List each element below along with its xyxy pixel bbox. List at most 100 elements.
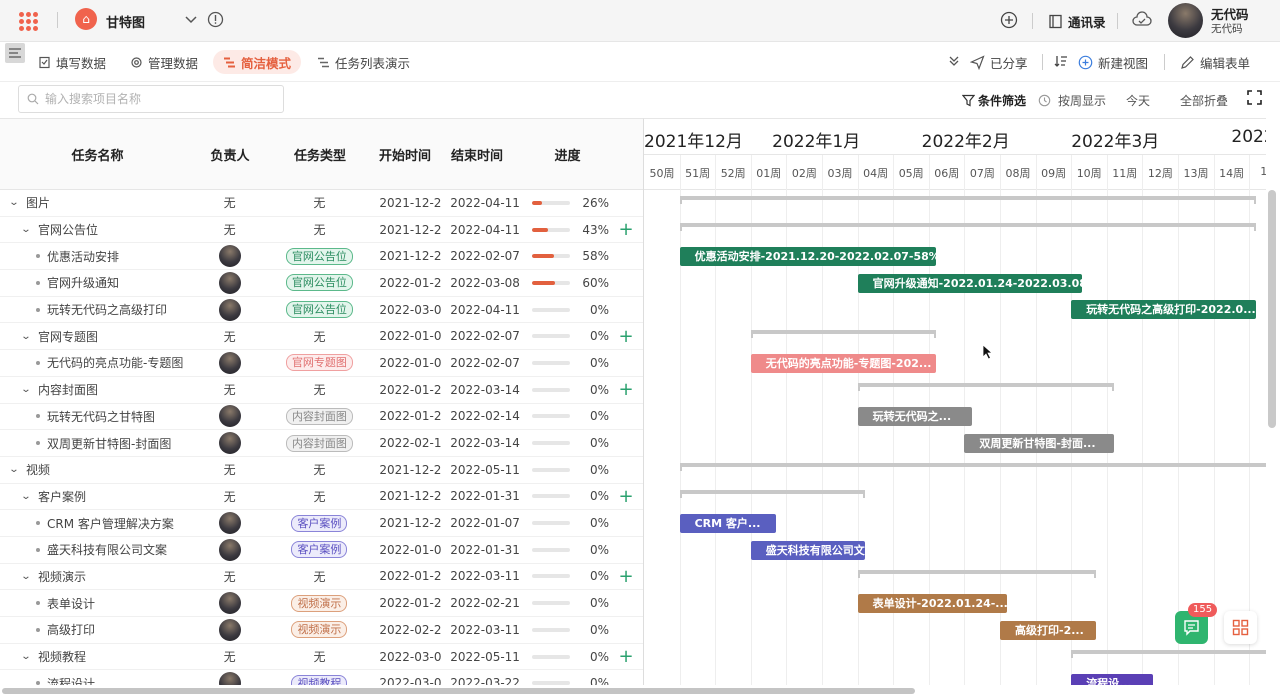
owner-avatar[interactable] — [218, 512, 241, 535]
week-view-button[interactable]: 按周显示 — [1038, 92, 1106, 109]
col-owner[interactable]: 负责人 — [195, 145, 265, 164]
double-chevron-down-icon[interactable] — [948, 55, 960, 67]
table-row[interactable]: 无代码的亮点功能-专题图 官网专题图 2022-01-0 2022-02-07 … — [0, 350, 643, 377]
task-name-cell[interactable]: 流程设计 — [0, 675, 195, 685]
col-progress[interactable]: 进度 — [525, 145, 610, 164]
sidebar-toggle-icon[interactable] — [5, 43, 25, 63]
collapse-all-button[interactable]: 全部折叠 — [1180, 92, 1228, 109]
task-name-cell[interactable]: 玩转无代码之甘特图 — [0, 408, 195, 425]
task-name-cell[interactable]: ⌄ 官网专题图 — [0, 328, 195, 345]
add-subtask-icon[interactable]: + — [618, 326, 633, 347]
apps-button[interactable] — [1224, 611, 1257, 644]
gantt-summary-bar[interactable] — [857, 569, 1097, 578]
chevron-down-icon[interactable]: ⌄ — [18, 384, 34, 395]
gantt-summary-bar[interactable] — [679, 489, 865, 498]
task-name-cell[interactable]: ⌄ 官网公告位 — [0, 221, 195, 238]
col-end[interactable]: 结束时间 — [451, 145, 525, 164]
task-name-cell[interactable]: ⌄ 图片 — [0, 194, 195, 211]
user-avatar[interactable] — [1168, 3, 1203, 38]
chevron-down-icon[interactable]: ⌄ — [6, 464, 22, 475]
tab-manage-data[interactable]: 管理数据 — [120, 50, 208, 74]
add-subtask-icon[interactable]: + — [618, 566, 633, 587]
gantt-task-bar[interactable]: 无代码的亮点功能-专题图-202... — [750, 353, 936, 373]
table-row[interactable]: ⌄ 视频教程 无 无 2022-03-0 2022-05-11 0% + — [0, 644, 643, 671]
gantt-task-bar[interactable]: 流程设... — [1071, 674, 1154, 685]
gantt-summary-bar[interactable] — [679, 463, 1266, 471]
search-input[interactable] — [45, 92, 275, 106]
today-button[interactable]: 今天 — [1126, 92, 1150, 109]
owner-avatar[interactable] — [218, 405, 241, 428]
owner-avatar[interactable] — [218, 618, 241, 641]
table-row[interactable]: 流程设计 视频教程 2022-03-0 2022-03-22 0% — [0, 670, 643, 685]
table-row[interactable]: 双周更新甘特图-封面图 内容封面图 2022-02-1 2022-03-14 0… — [0, 430, 643, 457]
task-name-cell[interactable]: 高级打印 — [0, 621, 195, 638]
gantt-task-bar[interactable]: 玩转无代码之... — [857, 407, 972, 427]
chevron-down-icon[interactable]: ⌄ — [18, 651, 34, 662]
table-row[interactable]: 玩转无代码之甘特图 内容封面图 2022-01-2 2022-02-14 0% — [0, 404, 643, 431]
owner-avatar[interactable] — [218, 432, 241, 455]
add-subtask-icon[interactable]: + — [618, 646, 633, 667]
table-row[interactable]: 表单设计 视频演示 2022-01-2 2022-02-21 0% — [0, 590, 643, 617]
task-name-cell[interactable]: 玩转无代码之高级打印 — [0, 301, 195, 318]
col-task-name[interactable]: 任务名称 — [0, 145, 195, 164]
chevron-down-icon[interactable]: ⌄ — [18, 331, 34, 342]
add-subtask-icon[interactable]: + — [618, 379, 633, 400]
contacts-button[interactable]: 通讯录 — [1048, 12, 1106, 31]
owner-avatar[interactable] — [218, 672, 241, 685]
owner-avatar[interactable] — [218, 538, 241, 561]
tab-simple-mode[interactable]: 简洁模式 — [213, 50, 302, 74]
table-row[interactable]: ⌄ 视频演示 无 无 2022-01-2 2022-03-11 0% + — [0, 564, 643, 591]
task-name-cell[interactable]: CRM 客户管理解决方案 — [0, 515, 195, 532]
gantt-summary-bar[interactable] — [679, 222, 1257, 231]
search-box[interactable] — [18, 85, 284, 113]
chevron-down-icon[interactable]: ⌄ — [18, 571, 34, 582]
owner-avatar[interactable] — [218, 351, 241, 374]
table-row[interactable]: 盛天科技有限公司文案 客户案例 2022-01-0 2022-01-31 0% — [0, 537, 643, 564]
tab-fill-data[interactable]: 填写数据 — [28, 50, 116, 74]
gantt-task-bar[interactable]: 双周更新甘特图-封面... — [964, 433, 1114, 453]
add-subtask-icon[interactable]: + — [618, 486, 633, 507]
gantt-summary-bar[interactable] — [1071, 649, 1266, 658]
tab-task-list-demo[interactable]: 任务列表演示 — [307, 50, 420, 74]
chevron-down-icon[interactable]: ⌄ — [18, 491, 34, 502]
table-row[interactable]: 官网升级通知 官网公告位 2022-01-2 2022-03-08 60% — [0, 270, 643, 297]
table-row[interactable]: ⌄ 官网专题图 无 无 2022-01-0 2022-02-07 0% + — [0, 323, 643, 351]
task-name-cell[interactable]: 盛天科技有限公司文案 — [0, 541, 195, 558]
chevron-down-icon[interactable]: ⌄ — [18, 224, 34, 235]
chevron-down-icon[interactable]: ⌄ — [6, 197, 22, 208]
new-view-button[interactable]: 新建视图 — [1078, 53, 1148, 72]
owner-avatar[interactable] — [218, 298, 241, 321]
chevron-down-icon[interactable] — [184, 12, 198, 26]
task-name-cell[interactable]: ⌄ 客户案例 — [0, 488, 195, 505]
cloud-sync-icon[interactable] — [1132, 11, 1152, 29]
gantt-task-bar[interactable]: 表单设计-2022.01.24-... — [857, 594, 1008, 613]
edit-form-button[interactable]: 编辑表单 — [1180, 53, 1250, 72]
app-home-icon[interactable]: ⌂ — [75, 8, 97, 30]
gantt-task-bar[interactable]: 高级打印-2... — [1000, 620, 1097, 640]
table-row[interactable]: ⌄ 视频 无 无 2021-12-2 2022-05-11 0% — [0, 457, 643, 484]
col-start[interactable]: 开始时间 — [375, 145, 451, 164]
add-circle-icon[interactable] — [1000, 11, 1018, 29]
gantt-summary-bar[interactable] — [750, 329, 937, 338]
table-row[interactable]: ⌄ 内容封面图 无 无 2022-01-2 2022-03-14 0% + — [0, 377, 643, 404]
filter-button[interactable]: 条件筛选 — [962, 92, 1026, 109]
gantt-summary-bar[interactable] — [857, 382, 1115, 391]
sort-icon[interactable] — [1054, 54, 1068, 68]
info-icon[interactable] — [207, 11, 224, 28]
fullscreen-icon[interactable] — [1247, 90, 1262, 105]
col-type[interactable]: 任务类型 — [265, 145, 375, 164]
gantt-task-bar[interactable]: CRM 客户... — [679, 513, 776, 533]
app-title[interactable]: 甘特图 — [106, 12, 145, 31]
table-row[interactable]: 玩转无代码之高级打印 官网公告位 2022-03-0 2022-04-11 0% — [0, 297, 643, 324]
gantt-task-bar[interactable]: 玩转无代码之高级打印-2022.0... — [1071, 300, 1257, 320]
gantt-summary-bar[interactable] — [679, 196, 1257, 204]
table-row[interactable]: ⌄ 图片 无 无 2021-12-2 2022-04-11 26% — [0, 190, 643, 217]
owner-avatar[interactable] — [218, 245, 241, 268]
task-name-cell[interactable]: 无代码的亮点功能-专题图 — [0, 354, 195, 371]
task-name-cell[interactable]: 优惠活动安排 — [0, 248, 195, 265]
table-row[interactable]: ⌄ 官网公告位 无 无 2021-12-2 2022-04-11 43% + — [0, 217, 643, 244]
vertical-scrollbar[interactable] — [1268, 190, 1276, 428]
gantt-task-bar[interactable]: 盛天科技有限公司文案... — [750, 540, 865, 560]
shared-button[interactable]: 已分享 — [970, 53, 1028, 72]
task-name-cell[interactable]: 表单设计 — [0, 595, 195, 612]
